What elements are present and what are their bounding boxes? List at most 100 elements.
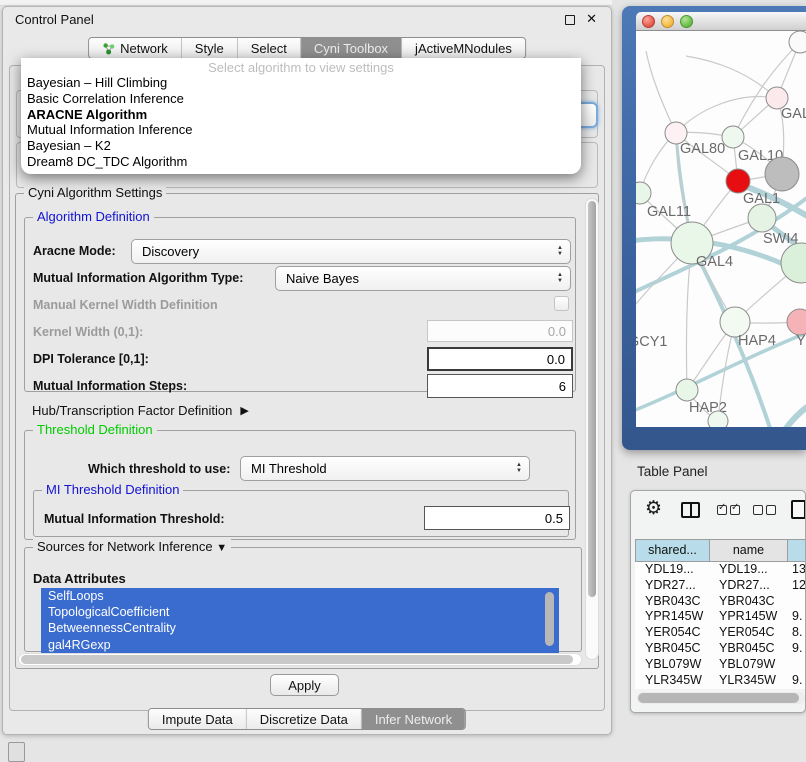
apply-button[interactable]: Apply: [270, 674, 339, 696]
hub-definition-label: Hub/Transcription Factor Definition: [32, 403, 232, 418]
float-panel-icon[interactable]: [565, 15, 575, 25]
table-row[interactable]: YPR145WYPR145W9.: [635, 609, 806, 625]
mi-steps-field[interactable]: 6: [427, 374, 573, 398]
list-scrollbar-thumb[interactable]: [545, 592, 554, 646]
window-close-icon[interactable]: [642, 15, 655, 28]
scrollbar-thumb[interactable]: [638, 693, 799, 703]
which-threshold-combo[interactable]: MI Threshold ▲▼: [240, 456, 530, 481]
algorithm-option[interactable]: Bayesian – Hill Climbing: [21, 75, 581, 91]
network-window: GALGAL80GAL10GAL1GAL11SWI4GAL4GCY1HAP4YH…: [622, 6, 806, 450]
table-cell: YDR27...: [710, 578, 788, 594]
table-row[interactable]: YBR045CYBR045C9.: [635, 641, 806, 657]
mi-threshold-field[interactable]: 0.5: [424, 506, 570, 530]
mi-threshold-group: MI Threshold Definition Mutual Informati…: [33, 490, 569, 537]
collapse-down-icon[interactable]: ▼: [216, 542, 227, 554]
network-node[interactable]: [789, 31, 806, 53]
table-cell: YBR043C: [635, 594, 710, 610]
table-cell: 9.: [788, 688, 806, 689]
table-cell: 9.: [788, 641, 806, 657]
tab-label: Network: [120, 41, 168, 56]
network-window-titlebar[interactable]: [636, 12, 806, 31]
table-row[interactable]: YBL079WYBL079W: [635, 657, 806, 673]
control-panel-title: Control Panel: [15, 12, 94, 27]
tab-discretize-data[interactable]: Discretize Data: [247, 709, 362, 729]
columns-icon[interactable]: [681, 502, 700, 518]
table-row[interactable]: YDR27...YDR27...12: [635, 578, 806, 594]
close-panel-icon[interactable]: ✕: [586, 11, 597, 27]
network-node[interactable]: [726, 169, 750, 193]
dpi-tolerance-field[interactable]: 0.0: [427, 347, 573, 371]
mi-steps-value: 6: [559, 379, 566, 394]
tab-cyni-toolbox[interactable]: Cyni Toolbox: [301, 38, 402, 58]
scrollbar-thumb[interactable]: [588, 201, 596, 597]
table-row[interactable]: YBR043CYBR043C: [635, 594, 806, 610]
tab-impute-data[interactable]: Impute Data: [149, 709, 247, 729]
attribute-item[interactable]: SelfLoops: [41, 588, 559, 604]
hub-definition-section[interactable]: Hub/Transcription Factor Definition ▶: [32, 403, 249, 418]
aracne-mode-label: Aracne Mode:: [33, 244, 116, 258]
aracne-mode-combo[interactable]: Discovery ▲▼: [131, 239, 571, 264]
settings-horizontal-scrollbar[interactable]: [18, 653, 582, 666]
table-row[interactable]: YLR345WYLR345W9.: [635, 673, 806, 689]
network-node[interactable]: [787, 309, 806, 335]
tab-network[interactable]: Network: [89, 38, 182, 58]
new-table-icon[interactable]: [791, 500, 806, 519]
table-cell: [788, 594, 806, 610]
table-row[interactable]: YDL19...YDL19...13: [635, 562, 806, 578]
algorithm-definition-title: Algorithm Definition: [33, 209, 154, 224]
mi-threshold-title: MI Threshold Definition: [42, 482, 183, 497]
network-node[interactable]: [636, 182, 651, 204]
attribute-item[interactable]: TopologicalCoefficient: [41, 604, 559, 620]
minimized-panel-icon[interactable]: [8, 742, 25, 762]
node-label: GCY1: [636, 334, 668, 350]
algorithm-option[interactable]: Dream8 DC_TDC Algorithm: [21, 154, 581, 170]
threshold-definition-title: Threshold Definition: [33, 422, 157, 437]
window-zoom-icon[interactable]: [680, 15, 693, 28]
table-row[interactable]: YER054CYER054C8.: [635, 625, 806, 641]
mi-type-combo[interactable]: Naive Bayes ▲▼: [275, 266, 571, 291]
column-header[interactable]: name: [710, 539, 788, 562]
tab-style[interactable]: Style: [182, 38, 238, 58]
desktop: Control Panel ✕ Network StyleSelectCyni T…: [0, 0, 806, 762]
column-header[interactable]: A: [788, 539, 806, 562]
gear-icon[interactable]: ⚙: [645, 497, 662, 520]
attribute-item[interactable]: gal4RGexp: [41, 637, 559, 653]
tab-infer-network[interactable]: Infer Network: [362, 709, 465, 729]
select-all-icon[interactable]: ✓: [717, 505, 727, 515]
algorithm-option[interactable]: Bayesian – K2: [21, 138, 581, 154]
network-view[interactable]: GALGAL80GAL10GAL1GAL11SWI4GAL4GCY1HAP4YH…: [636, 31, 806, 427]
network-node[interactable]: [722, 126, 744, 148]
select-all-icon[interactable]: ✓: [730, 505, 740, 515]
data-attributes-label: Data Attributes: [33, 571, 126, 586]
table-cell: YBR045C: [710, 641, 788, 657]
table-horizontal-scrollbar[interactable]: [637, 692, 805, 704]
network-node[interactable]: [708, 411, 728, 427]
algorithm-option[interactable]: Mutual Information Inference: [21, 122, 581, 138]
collapse-right-icon[interactable]: ▶: [240, 404, 248, 417]
network-node[interactable]: [748, 204, 776, 232]
table-cell: 9.: [788, 609, 806, 625]
attribute-item[interactable]: BetweennessCentrality: [41, 620, 559, 636]
table-cell: YBR045C: [635, 641, 710, 657]
settings-vertical-scrollbar[interactable]: [585, 198, 599, 660]
window-minimize-icon[interactable]: [661, 15, 674, 28]
control-panel-window: Control Panel ✕ Network StyleSelectCyni T…: [2, 6, 612, 735]
manual-kernel-checkbox[interactable]: [554, 296, 569, 311]
algorithm-option[interactable]: Basic Correlation Inference: [21, 91, 581, 107]
mi-threshold-label: Mutual Information Threshold:: [44, 512, 225, 526]
column-header[interactable]: shared...: [635, 539, 710, 562]
network-graph: GALGAL80GAL10GAL1GAL11SWI4GAL4GCY1HAP4YH…: [636, 31, 806, 427]
scrollbar-thumb[interactable]: [21, 655, 573, 664]
check-icon: ✓: [718, 502, 726, 513]
algorithm-option[interactable]: ARACNE Algorithm: [21, 107, 581, 123]
network-node[interactable]: [765, 157, 799, 191]
table-row[interactable]: YIL052CYIL052C9.: [635, 688, 806, 689]
deselect-all-icon[interactable]: [753, 505, 763, 515]
node-label: GAL4: [696, 254, 733, 270]
tab-select[interactable]: Select: [238, 38, 301, 58]
deselect-all-icon[interactable]: [766, 505, 776, 515]
tab-jactivemnodules[interactable]: jActiveMNodules: [402, 38, 525, 58]
control-panel-tabs: Network StyleSelectCyni ToolboxjActiveMNo…: [88, 37, 526, 59]
network-node[interactable]: [676, 379, 698, 401]
algorithm-definition-group: Algorithm Definition Aracne Mode: Discov…: [24, 217, 576, 392]
